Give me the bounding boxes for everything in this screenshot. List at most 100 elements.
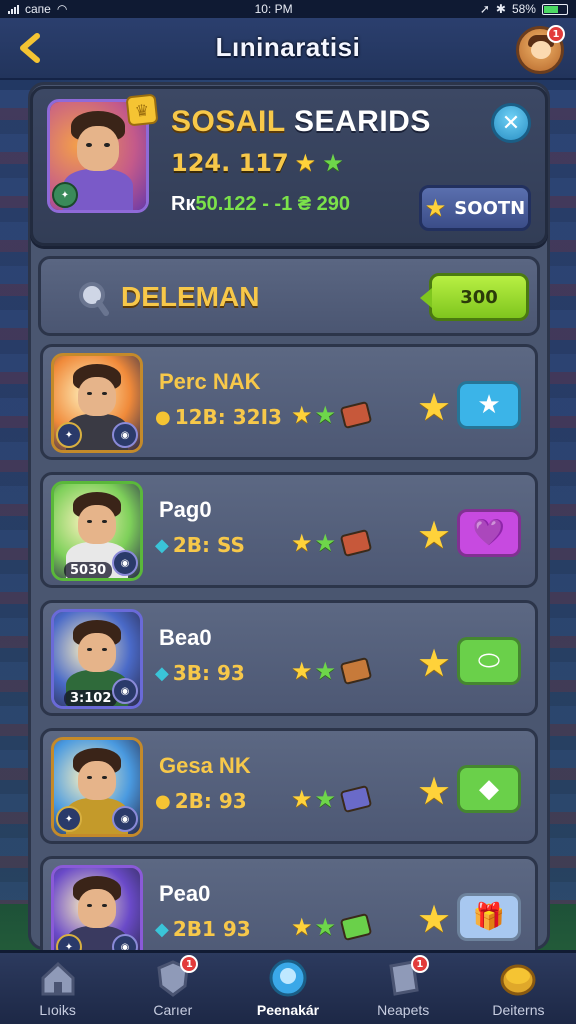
home-icon	[38, 958, 78, 998]
nav-label: Neapets	[377, 1002, 430, 1018]
player-row[interactable]: ✦ ◉ Gesa NK ● 2B: 93 ★ ★ ★ ◆	[40, 728, 538, 844]
player-stat-value: 3B: 93	[172, 661, 245, 685]
favorite-star-icon[interactable]: ★	[417, 769, 451, 813]
player-name: Gesa NK	[159, 753, 251, 778]
gem-icon: ◆	[155, 662, 169, 684]
soon-button[interactable]: ★ SOOTN	[419, 185, 531, 231]
player-row[interactable]: 3:102 ◉ Bea0 ◆ 3B: 93 ★ ★ ★ ⬭	[40, 600, 538, 716]
gold-star-icon: ★	[291, 785, 313, 813]
player-portrait: ✦ ◉	[51, 737, 143, 837]
class-badge-icon: ✦	[56, 422, 82, 448]
green-star-icon: ★	[314, 657, 337, 685]
gem-icon: ◆	[155, 918, 169, 940]
profile-stats-value: 124. 117	[171, 149, 289, 177]
coin-icon: ●	[155, 790, 171, 812]
profile-name-rest: SEARIDS	[293, 105, 431, 138]
crown-badge-icon: ♛	[125, 93, 159, 127]
gift-box-icon	[339, 400, 373, 430]
green-star-icon: ★	[314, 401, 337, 429]
battery-icon	[541, 3, 568, 15]
battery-percent: 58%	[511, 2, 536, 16]
player-avatar-button[interactable]: 1	[516, 25, 565, 74]
action-icon: 💜	[472, 518, 506, 548]
player-portrait: ✦ ◉	[51, 353, 143, 453]
player-rating: ★ ★	[291, 912, 373, 942]
nav-label: Deiterns	[492, 1002, 545, 1018]
search-button[interactable]: 300	[420, 273, 529, 321]
bottom-nav: Lıoiks 1 Carıer Peenakár 1 Neapets Deite…	[0, 950, 576, 1024]
location-icon: ➚	[479, 2, 490, 16]
level-label: 5030	[64, 562, 113, 578]
profile-stats: 124. 117 ★ ★	[171, 149, 344, 177]
rank-value: 50.122	[195, 193, 257, 215]
nav-label: Carıer	[153, 1002, 193, 1018]
coin-icon: ●	[155, 406, 171, 428]
level-label: 3:102	[64, 690, 118, 706]
gift-box-icon	[339, 912, 373, 942]
player-rating: ★ ★	[291, 400, 373, 430]
player-stat-value: 2B: SS	[172, 533, 245, 557]
player-rating: ★ ★	[291, 656, 373, 686]
player-row[interactable]: 5030 ◉ Pag0 ◆ 2B: SS ★ ★ ★ 💜	[40, 472, 538, 588]
status-bar: caпe ◠ 10: PM ➚ ✱ 58%	[0, 0, 576, 18]
nav-label: Peenakár	[256, 1002, 320, 1018]
notification-badge: 1	[180, 955, 199, 973]
rank-suffix: - -1 ₴ 290	[262, 193, 351, 215]
notification-badge: 1	[410, 955, 429, 973]
rank-prefix: Rк	[171, 193, 196, 215]
close-button[interactable]: ✕	[491, 103, 531, 143]
action-icon: 🎁	[472, 902, 506, 932]
profile-name-first: SOSAIL	[171, 105, 286, 138]
row-action-button[interactable]: 💜	[457, 509, 521, 557]
class-badge-icon: ✦	[52, 182, 78, 208]
row-action-button[interactable]: ⬭	[457, 637, 521, 685]
player-rating: ★ ★	[291, 784, 373, 814]
player-stat: ● 12B: 32I3	[155, 405, 282, 429]
favorite-star-icon[interactable]: ★	[417, 385, 451, 429]
profile-card: ✦ ♛ SOSAIL SEARIDS 124. 117 ★ ★ Rк50.122…	[30, 86, 548, 246]
rank-badge-icon: ◉	[112, 806, 138, 832]
rank-badge-icon: ◉	[112, 422, 138, 448]
favorite-star-icon[interactable]: ★	[417, 641, 451, 685]
gold-star-icon: ★	[291, 913, 313, 941]
player-stat: ◆ 2B: SS	[155, 533, 245, 557]
nav-item-coin[interactable]: Deiterns	[461, 953, 576, 1024]
gold-star-icon: ★	[291, 657, 313, 685]
search-bar[interactable]: DELEMAN 300	[38, 256, 540, 336]
star-icon: ★	[424, 194, 447, 222]
carrier-label: caпe	[25, 2, 51, 16]
gold-star-icon: ★	[291, 529, 313, 557]
player-stat-value: 2B1 93	[172, 917, 251, 941]
nav-item-shield[interactable]: 1 Carıer	[115, 953, 230, 1024]
green-star-icon: ★	[314, 785, 337, 813]
nav-item-trophy[interactable]: Peenakár	[230, 953, 345, 1024]
search-label: DELEMAN	[121, 281, 260, 312]
signal-icon	[8, 4, 19, 14]
player-row[interactable]: ✦ ◉ Perc NAK ● 12B: 32I3 ★ ★ ★ ★	[40, 344, 538, 460]
action-icon: ★	[477, 390, 501, 420]
row-action-button[interactable]: ★	[457, 381, 521, 429]
gold-star-icon: ★	[291, 401, 313, 429]
favorite-star-icon[interactable]: ★	[417, 897, 451, 941]
player-name: Bea0	[159, 625, 212, 650]
row-action-button[interactable]: 🎁	[457, 893, 521, 941]
gift-box-icon	[339, 784, 373, 814]
player-portrait: 5030 ◉	[51, 481, 143, 581]
search-icon	[79, 282, 109, 316]
green-star-icon: ★	[314, 529, 337, 557]
favorite-star-icon[interactable]: ★	[417, 513, 451, 557]
wifi-icon: ◠	[56, 2, 68, 16]
nav-item-card[interactable]: 1 Neapets	[346, 953, 461, 1024]
action-icon: ◆	[479, 774, 499, 804]
gift-box-icon	[339, 528, 373, 558]
player-name: Pag0	[159, 497, 212, 522]
player-stat: ◆ 2B1 93	[155, 917, 251, 941]
nav-item-home[interactable]: Lıoiks	[0, 953, 115, 1024]
gem-icon: ◆	[155, 534, 169, 556]
gift-box-icon	[339, 656, 373, 686]
player-stat-value: 12B: 32I3	[174, 405, 282, 429]
header: Lıninaratisi 1	[0, 18, 576, 80]
row-action-button[interactable]: ◆	[457, 765, 521, 813]
close-icon: ✕	[501, 110, 521, 136]
action-icon: ⬭	[477, 645, 501, 676]
